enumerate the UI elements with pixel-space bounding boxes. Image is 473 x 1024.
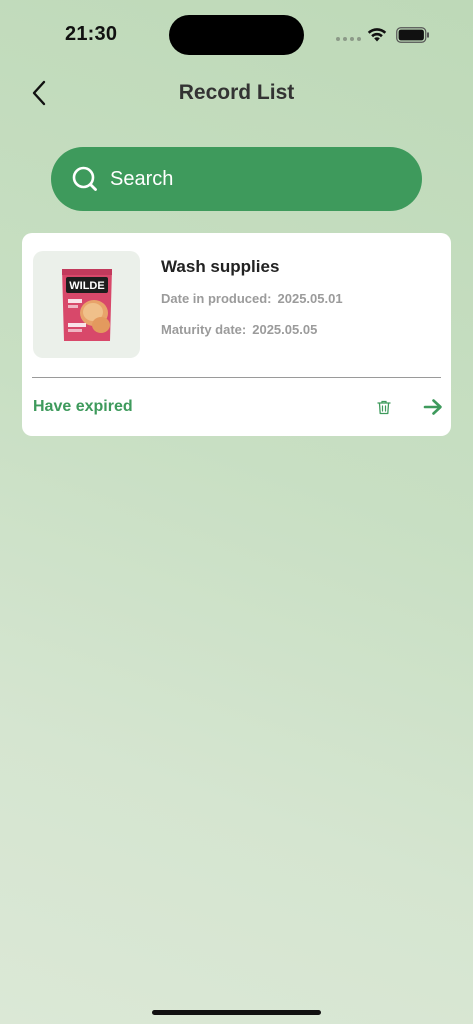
search-input[interactable]: Search (51, 147, 422, 211)
produced-date-value: 2025.05.01 (277, 291, 343, 306)
search-placeholder: Search (110, 167, 174, 190)
maturity-date-label: Maturity date: (161, 322, 247, 337)
dynamic-island (169, 15, 304, 55)
product-logo-text: WILDE (69, 280, 104, 292)
product-thumbnail: WILDE (33, 251, 140, 358)
cellular-signal-icon (336, 37, 361, 41)
record-card[interactable]: WILDE Wash supplies Date in produced: 202… (22, 233, 451, 436)
product-image: WILDE (61, 268, 112, 341)
produced-date-label: Date in produced: (161, 291, 272, 306)
home-indicator[interactable] (152, 1010, 321, 1015)
status-time: 21:30 (65, 23, 118, 45)
status-bar: 21:30 (0, 0, 473, 60)
maturity-date-row: Maturity date: 2025.05.05 (161, 322, 317, 337)
arrow-right-icon (423, 399, 442, 415)
delete-button[interactable] (374, 397, 394, 417)
trash-icon (377, 400, 391, 414)
search-icon (71, 165, 99, 193)
navigation-bar: Record List (0, 70, 473, 116)
battery-icon (396, 27, 429, 43)
open-record-button[interactable] (421, 395, 445, 419)
wifi-icon (367, 28, 387, 42)
expiry-status-label: Have expired (33, 398, 133, 415)
card-divider (32, 377, 441, 378)
page-title: Record List (178, 81, 295, 104)
produced-date-row: Date in produced: 2025.05.01 (161, 291, 343, 306)
maturity-date-value: 2025.05.05 (252, 322, 318, 337)
record-name: Wash supplies (161, 257, 280, 276)
